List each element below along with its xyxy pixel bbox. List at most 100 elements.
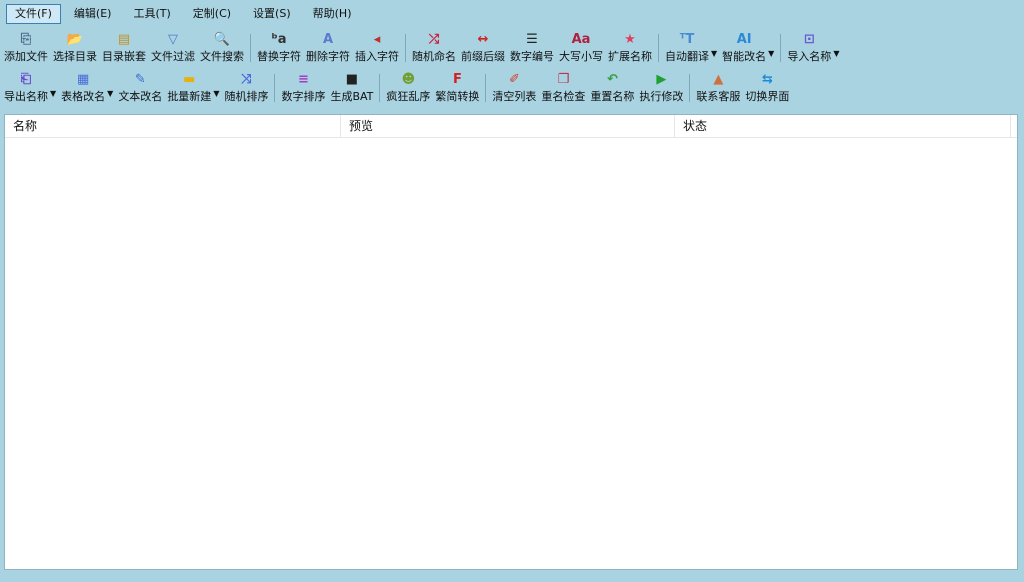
toolbar-button-translate[interactable]: ᵀT 自动翻译 xyxy=(663,32,711,63)
menu-item-2[interactable]: 工具(T) xyxy=(124,4,179,24)
switch-ui-icon: ⇆ xyxy=(761,72,773,87)
toolbar-button-letter-case[interactable]: Aa 大写小写 xyxy=(557,32,605,63)
edit-text-icon: ✎ xyxy=(134,72,146,87)
terminal-icon: ■ xyxy=(345,72,359,87)
filter-icon: ▽ xyxy=(168,32,178,47)
ai-icon: AI xyxy=(736,32,752,47)
toolbar-row-1: ⎘ 添加文件 📂 选择目录 ▤ 目录嵌套 ▽ 文件过滤 🔍 文件搜索 ᵇa 替换字符 A 删除字符 ◂ 插入字… xyxy=(2,32,842,70)
translate-icon: ᵀT xyxy=(679,32,695,47)
toolbar-separator xyxy=(250,34,251,62)
toolbar-button-nested-folder[interactable]: ▤ 目录嵌套 xyxy=(100,32,148,63)
toolbar-row-2: ⎗ 导出名称 ▼ ▦ 表格改名 ▼ ✎ 文本改名 ▬ 批量新建 ▼ ⤨ 随机排序 ≡ 数字排序 ■ 生成BAT ☻… xyxy=(2,72,792,110)
broom-icon: ✐ xyxy=(508,72,520,87)
toolbar-button-font-convert[interactable]: F 繁简转换 xyxy=(433,72,481,103)
toolbar-button-label: 目录嵌套 xyxy=(102,50,146,63)
toolbar-separator xyxy=(658,34,659,62)
folder-open-icon: 📂 xyxy=(66,32,84,47)
toolbar-button-label: 数字编号 xyxy=(510,50,554,63)
toolbar-button-label: 切换界面 xyxy=(745,90,790,103)
toolbar-separator xyxy=(379,74,381,102)
dropdown-arrow-icon[interactable]: ▼ xyxy=(711,45,717,58)
toolbar-button-delete-text[interactable]: A 删除字符 xyxy=(304,32,352,63)
toolbar-button-customer-service[interactable]: ▲ 联系客服 xyxy=(694,72,742,103)
insert-text-icon: ◂ xyxy=(373,32,381,47)
toolbar-button-table[interactable]: ▦ 表格改名 xyxy=(59,72,107,103)
toolbar-button-terminal[interactable]: ■ 生成BAT xyxy=(328,72,375,103)
export-icon: ⎗ xyxy=(20,72,32,87)
dropdown-arrow-icon[interactable]: ▼ xyxy=(833,45,839,58)
toolbar-button-duplicate-check[interactable]: ❐ 重名检查 xyxy=(539,72,587,103)
menu-item-5[interactable]: 帮助(H) xyxy=(304,4,361,24)
toolbar-button-shuffle[interactable]: ⤮ 随机命名 xyxy=(410,32,458,63)
toolbar-button-label: 扩展名称 xyxy=(608,50,652,63)
column-header-preview[interactable]: 预览 xyxy=(341,115,675,137)
toolbar-separator xyxy=(485,74,487,102)
dropdown-arrow-icon[interactable]: ▼ xyxy=(107,85,113,98)
toolbar-button-label: 表格改名 xyxy=(61,90,106,103)
toolbar-button-label: 文本改名 xyxy=(118,90,163,103)
table-icon: ▦ xyxy=(77,72,90,87)
toolbar-separator xyxy=(780,34,782,62)
menu-item-0[interactable]: 文件(F) xyxy=(6,3,61,24)
toolbar-button-folder-open[interactable]: 📂 选择目录 xyxy=(51,32,99,63)
toolbar-button-edit-text[interactable]: ✎ 文本改名 xyxy=(116,72,164,103)
column-header-status[interactable]: 状态 xyxy=(675,115,1011,137)
shuffle-icon: ⤮ xyxy=(428,32,440,47)
crazy-face-icon: ☻ xyxy=(401,72,416,87)
replace-text-icon: ᵇa xyxy=(271,32,287,47)
toolbar-button-export[interactable]: ⎗ 导出名称 xyxy=(2,72,50,103)
dropdown-arrow-icon[interactable]: ▼ xyxy=(213,85,219,98)
numbered-list-icon: ☰ xyxy=(526,32,538,47)
add-file-icon: ⎘ xyxy=(20,32,32,47)
toolbar-button-label: 随机排序 xyxy=(224,90,269,103)
toolbar-separator xyxy=(405,34,406,62)
toolbar-button-arrows-horizontal[interactable]: ↔ 前缀后缀 xyxy=(459,32,507,63)
sort-lines-icon: ≡ xyxy=(298,72,309,87)
font-convert-icon: F xyxy=(452,72,462,87)
column-header-name[interactable]: 名称 xyxy=(5,115,341,137)
toolbar-button-label: 选择目录 xyxy=(53,50,97,63)
toolbar-button-add-file[interactable]: ⎘ 添加文件 xyxy=(2,32,50,63)
toolbar-button-sort-lines[interactable]: ≡ 数字排序 xyxy=(279,72,327,103)
list-header: 名称 预览 状态 xyxy=(5,115,1017,138)
toolbar-button-label: 智能改名 xyxy=(722,50,767,63)
toolbar-button-new-folder[interactable]: ▬ 批量新建 xyxy=(165,72,213,103)
toolbar-button-insert-text[interactable]: ◂ 插入字符 xyxy=(353,32,401,63)
toolbar-button-label: 导入名称 xyxy=(787,50,832,63)
toolbar-button-numbered-list[interactable]: ☰ 数字编号 xyxy=(508,32,556,63)
new-folder-icon: ▬ xyxy=(183,72,196,87)
toolbar-button-undo[interactable]: ↶ 重置名称 xyxy=(588,72,636,103)
nested-folder-icon: ▤ xyxy=(117,32,131,47)
toolbar-button-label: 导出名称 xyxy=(4,90,48,103)
toolbar-button-import[interactable]: ⊡ 导入名称 xyxy=(785,32,833,63)
toolbar-button-filter[interactable]: ▽ 文件过滤 xyxy=(149,32,197,63)
toolbar-separator xyxy=(274,74,276,102)
toolbar-button-switch-ui[interactable]: ⇆ 切换界面 xyxy=(743,72,791,103)
import-icon: ⊡ xyxy=(803,32,815,47)
menu-bar: 文件(F) 编辑(E) 工具(T) 定制(C) 设置(S) 帮助(H) xyxy=(6,3,364,24)
toolbar-button-label: 清空列表 xyxy=(492,90,537,103)
toolbar-button-search[interactable]: 🔍 文件搜索 xyxy=(198,32,246,63)
file-list[interactable]: 名称 预览 状态 xyxy=(4,114,1018,570)
toolbar-button-label: 生成BAT xyxy=(330,90,374,103)
toolbar-button-star[interactable]: ★ 扩展名称 xyxy=(606,32,654,63)
toolbar-button-shuffle-sort[interactable]: ⤨ 随机排序 xyxy=(222,72,270,103)
toolbar-button-label: 文件搜索 xyxy=(200,50,244,63)
toolbar-button-crazy-face[interactable]: ☻ 疯狂乱序 xyxy=(384,72,432,103)
menu-item-1[interactable]: 编辑(E) xyxy=(65,4,121,24)
toolbar-button-play[interactable]: ▶ 执行修改 xyxy=(637,72,685,103)
toolbar-button-ai[interactable]: AI 智能改名 xyxy=(720,32,768,63)
arrows-horizontal-icon: ↔ xyxy=(477,32,489,47)
dropdown-arrow-icon[interactable]: ▼ xyxy=(768,45,774,58)
menu-item-3[interactable]: 定制(C) xyxy=(184,4,240,24)
toolbar-button-label: 添加文件 xyxy=(4,50,48,63)
toolbar-button-label: 联系客服 xyxy=(696,90,741,103)
letter-case-icon: Aa xyxy=(571,32,591,47)
toolbar-button-label: 执行修改 xyxy=(639,90,684,103)
star-icon: ★ xyxy=(624,32,636,47)
toolbar-button-label: 自动翻译 xyxy=(665,50,709,63)
dropdown-arrow-icon[interactable]: ▼ xyxy=(50,85,56,98)
toolbar-button-broom[interactable]: ✐ 清空列表 xyxy=(490,72,538,103)
toolbar-button-replace-text[interactable]: ᵇa 替换字符 xyxy=(255,32,303,63)
menu-item-4[interactable]: 设置(S) xyxy=(244,4,300,24)
